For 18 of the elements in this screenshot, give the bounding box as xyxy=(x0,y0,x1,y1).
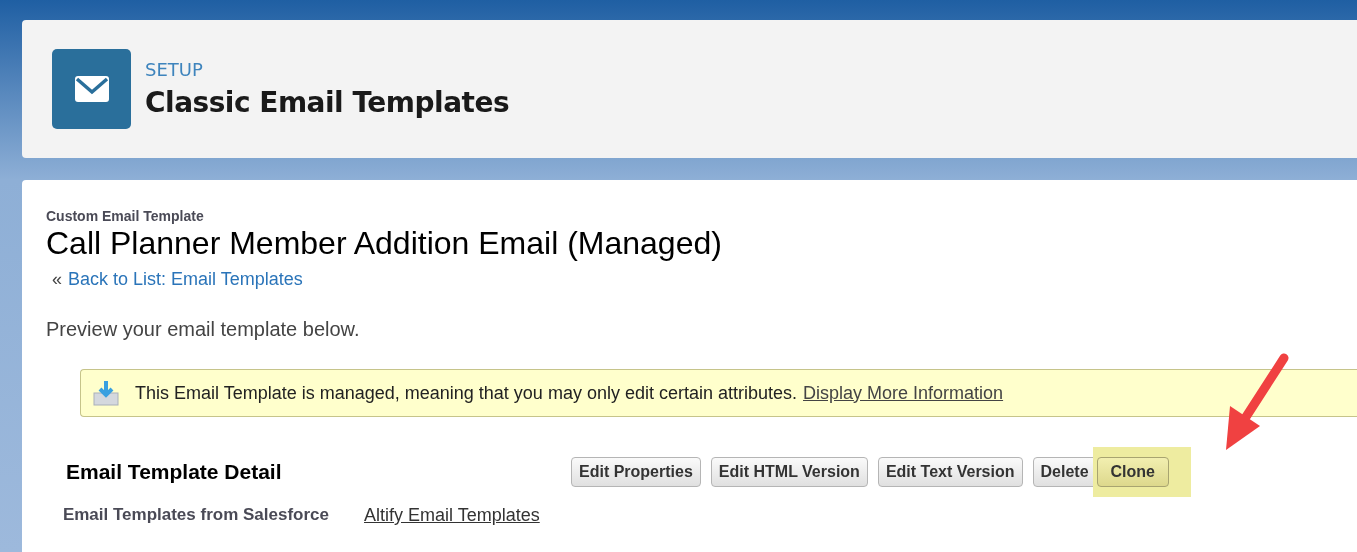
field-value-link[interactable]: Altify Email Templates xyxy=(364,505,540,526)
section-heading: Email Template Detail xyxy=(66,460,283,484)
toolbar-button[interactable]: Edit HTML Version xyxy=(710,457,868,487)
display-more-information-link[interactable]: Display More Information xyxy=(803,382,1004,404)
toolbar-button[interactable]: Edit Text Version xyxy=(877,457,1023,487)
toolbar-button[interactable]: Edit Properties xyxy=(571,457,701,487)
toolbar-button[interactable]: Clone xyxy=(1096,457,1169,487)
record-type-label: Custom Email Template xyxy=(46,208,205,224)
download-tray-icon xyxy=(93,380,119,406)
field-label: Email Templates from Salesforce xyxy=(61,505,329,526)
breadcrumb-label: SETUP xyxy=(145,59,204,80)
intro-text: Preview your email template below. xyxy=(46,318,361,341)
page-title: Classic Email Templates xyxy=(145,86,510,119)
back-chevron: « xyxy=(52,269,62,290)
record-title: Call Planner Member Addition Email (Managed) xyxy=(46,225,723,262)
back-to-list-link[interactable]: Back to List: Email Templates xyxy=(68,269,303,290)
banner-message: This Email Template is managed, meaning that you may only edit certain attributes. xyxy=(135,382,797,404)
email-icon xyxy=(52,49,131,129)
